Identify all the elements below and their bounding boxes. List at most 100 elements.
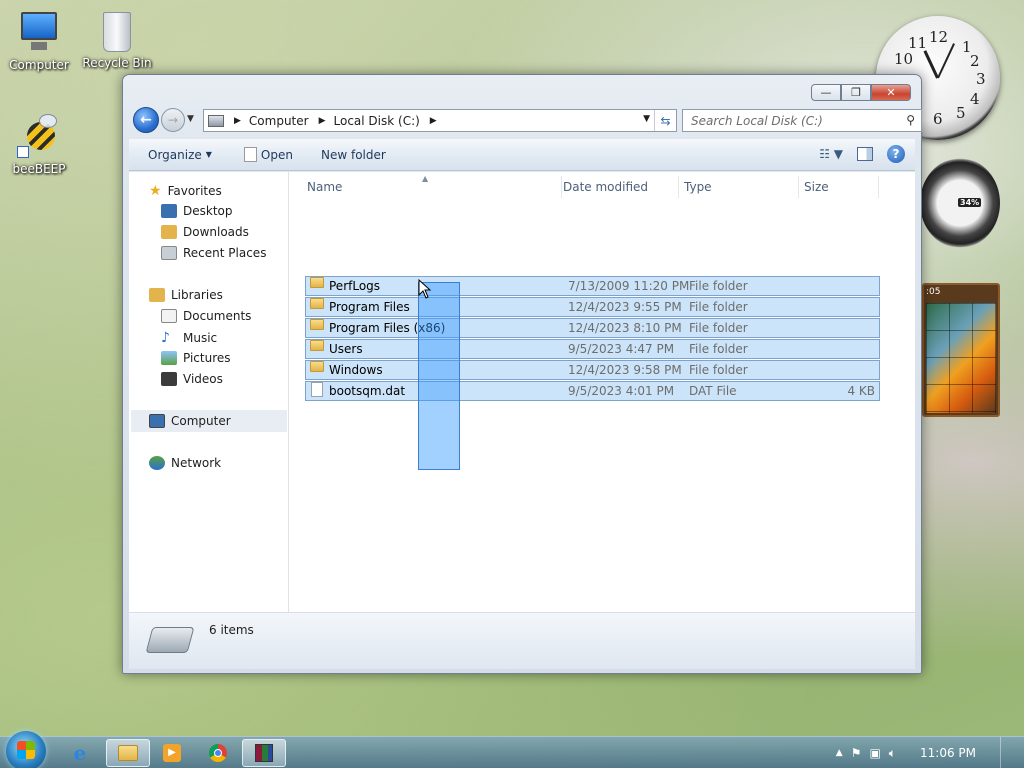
clock-number: 11	[908, 34, 928, 52]
back-button[interactable]: ←	[133, 107, 159, 133]
file-name: Windows	[329, 363, 383, 377]
item-count: 6 items	[209, 623, 254, 637]
desktop-icon-recycle-bin[interactable]: Recycle Bin	[80, 8, 154, 70]
open-button[interactable]: Open	[243, 147, 293, 162]
desktop-icon-beebeep[interactable]: beeBEEP	[2, 114, 76, 176]
explorer-window[interactable]: — ❐ ✕ ← → ▼ ▶ Computer ▶ Local Disk (C:)…	[122, 74, 922, 674]
file-type: File folder	[689, 300, 748, 314]
cpu-meter-gadget[interactable]: 34%	[920, 158, 1000, 248]
column-header-size[interactable]: Size	[799, 176, 879, 198]
nav-downloads[interactable]: Downloads	[161, 225, 249, 239]
nav-computer[interactable]: Computer	[149, 414, 231, 428]
nav-pictures[interactable]: Pictures	[161, 351, 231, 365]
minimize-button[interactable]: —	[811, 84, 841, 101]
breadcrumb-separator-icon[interactable]: ▶	[430, 116, 437, 126]
nav-desktop[interactable]: Desktop	[161, 204, 233, 218]
clock-hour-hand	[923, 50, 939, 79]
organize-button[interactable]: Organize ▼	[148, 148, 212, 162]
refresh-button[interactable]: ⇆	[654, 110, 676, 131]
breadcrumb-separator-icon[interactable]: ▶	[319, 116, 326, 126]
folder-icon	[310, 361, 324, 372]
computer-icon	[17, 10, 61, 54]
column-header-type[interactable]: Type	[679, 176, 799, 198]
taskbar-media-player[interactable]: ▶	[150, 739, 194, 767]
nav-videos[interactable]: Videos	[161, 372, 223, 386]
file-name: Program Files	[329, 300, 410, 314]
winrar-icon	[255, 744, 273, 762]
column-label: Type	[684, 180, 712, 194]
nav-recent-places[interactable]: Recent Places	[161, 246, 266, 260]
file-row[interactable]: Program Files 12/4/2023 9:55 PM File fol…	[305, 297, 880, 317]
computer-icon	[149, 414, 165, 428]
column-header-name[interactable]: Name ▲	[302, 174, 562, 198]
breadcrumb-separator-icon[interactable]: ▶	[234, 116, 241, 126]
network-status-icon[interactable]: ▣	[869, 746, 880, 760]
bee-icon	[17, 114, 61, 158]
search-icon[interactable]: ⚲	[906, 113, 915, 127]
taskbar: e ▶ ▲ ⚑ ▣ 🔈︎ 11:06 PM	[0, 731, 1024, 768]
file-type: File folder	[689, 342, 748, 356]
nav-documents[interactable]: Documents	[161, 309, 251, 323]
nav-label: Videos	[183, 372, 223, 386]
file-row[interactable]: Program Files (x86) 12/4/2023 8:10 PM Fi…	[305, 318, 880, 338]
close-button[interactable]: ✕	[871, 84, 911, 101]
nav-favorites[interactable]: ★ Favorites	[149, 183, 222, 199]
preview-pane-icon[interactable]	[857, 147, 873, 161]
volume-muted-icon[interactable]: 🔈︎	[889, 746, 896, 761]
command-bar: Organize ▼ Open New folder ☷ ▼ ?	[129, 139, 915, 171]
column-label: Name	[307, 180, 343, 194]
puzzle-timer: :05	[926, 287, 941, 297]
organize-label: Organize	[148, 147, 202, 162]
desktop-icon	[161, 204, 177, 218]
search-input[interactable]: Search Local Disk (C:) ⚲	[682, 109, 922, 132]
folder-icon	[310, 340, 324, 351]
maximize-button[interactable]: ❐	[841, 84, 871, 101]
file-list[interactable]: Name ▲ Date modified Type Size PerfLogs …	[290, 172, 915, 612]
file-date: 9/5/2023 4:47 PM	[568, 342, 675, 356]
nav-label: Computer	[171, 414, 231, 428]
forward-button[interactable]: →	[161, 108, 185, 132]
nav-network[interactable]: Network	[149, 456, 221, 470]
hard-drive-icon	[145, 627, 195, 653]
taskbar-windows-explorer[interactable]	[106, 739, 150, 767]
nav-label: Desktop	[183, 204, 233, 218]
nav-music[interactable]: ♪ Music	[161, 330, 217, 346]
desktop-icon-computer[interactable]: Computer	[2, 10, 76, 72]
arrow-right-icon: →	[167, 113, 179, 127]
clock-number: 6	[933, 110, 943, 128]
breadcrumb-local-disk[interactable]: Local Disk (C:)	[334, 114, 420, 128]
picture-puzzle-gadget[interactable]: :05	[922, 283, 1000, 417]
nav-libraries[interactable]: Libraries	[149, 288, 223, 302]
file-type: File folder	[689, 363, 748, 377]
view-options-icon[interactable]: ☷ ▼	[819, 147, 843, 161]
chrome-icon	[209, 744, 227, 762]
action-center-icon[interactable]: ⚑	[851, 746, 862, 760]
show-desktop-button[interactable]	[1000, 737, 1014, 768]
videos-icon	[161, 372, 177, 386]
address-bar[interactable]: ▶ Computer ▶ Local Disk (C:) ▶ ▼ ⇆	[203, 109, 677, 132]
address-dropdown-icon[interactable]: ▼	[643, 114, 650, 124]
clock-minute-hand	[937, 43, 955, 79]
column-header-date[interactable]: Date modified	[558, 176, 679, 198]
file-row[interactable]: Users 9/5/2023 4:47 PM File folder	[305, 339, 880, 359]
file-icon	[311, 382, 323, 397]
taskbar-clock[interactable]: 11:06 PM	[920, 746, 976, 760]
file-row[interactable]: bootsqm.dat 9/5/2023 4:01 PM DAT File 4 …	[305, 381, 880, 401]
help-icon[interactable]: ?	[887, 145, 905, 163]
network-icon	[149, 456, 165, 470]
file-type: File folder	[689, 321, 748, 335]
taskbar-internet-explorer[interactable]: e	[58, 739, 102, 767]
new-folder-button[interactable]: New folder	[321, 148, 386, 162]
show-hidden-icons-icon[interactable]: ▲	[836, 748, 843, 758]
start-button[interactable]	[6, 731, 46, 768]
file-row[interactable]: PerfLogs 7/13/2009 11:20 PM File folder	[305, 276, 880, 296]
file-row[interactable]: Windows 12/4/2023 9:58 PM File folder	[305, 360, 880, 380]
taskbar-chrome[interactable]	[196, 739, 240, 767]
folder-icon	[310, 319, 324, 330]
folder-icon	[310, 298, 324, 309]
search-placeholder: Search Local Disk (C:)	[691, 113, 823, 128]
caption-buttons: — ❐ ✕	[811, 84, 911, 101]
taskbar-winrar[interactable]	[242, 739, 286, 767]
breadcrumb-computer[interactable]: Computer	[249, 114, 309, 128]
recent-pages-button[interactable]: ▼	[187, 114, 194, 124]
